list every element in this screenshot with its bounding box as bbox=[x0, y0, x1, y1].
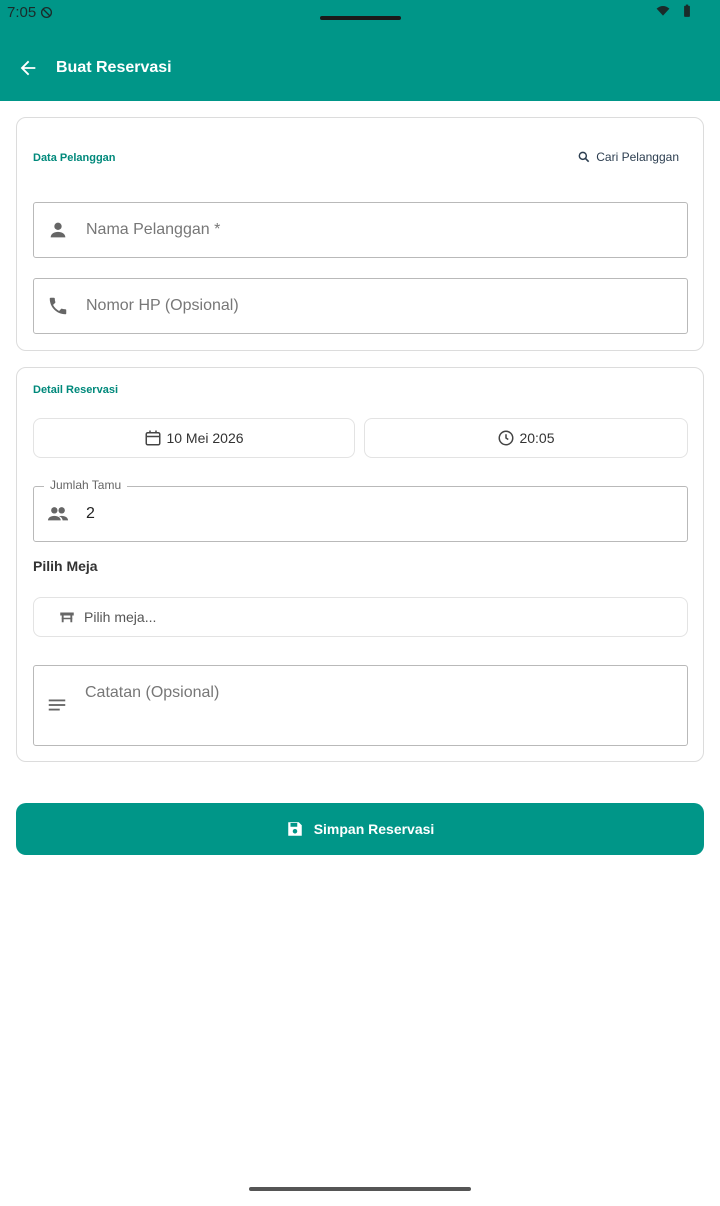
save-reservation-label: Simpan Reservasi bbox=[313, 821, 435, 837]
time-value: 20:05 bbox=[519, 430, 555, 446]
notes-input[interactable]: Catatan (Opsional) bbox=[33, 665, 688, 746]
table-icon bbox=[60, 612, 74, 623]
app-bar: 7:05 Buat Reservasi bbox=[0, 0, 720, 101]
customer-name-input[interactable]: Nama Pelanggan * bbox=[33, 202, 688, 258]
reservation-section-title: Detail Reservasi bbox=[33, 384, 118, 396]
phone-icon bbox=[46, 294, 70, 318]
customer-card: Data Pelanggan Cari Pelanggan Nama Pelan… bbox=[16, 117, 704, 351]
battery-icon bbox=[684, 4, 690, 17]
back-button[interactable] bbox=[16, 56, 40, 80]
table-heading: Pilih Meja bbox=[33, 558, 98, 574]
reservation-card: Detail Reservasi 10 Mei 2026 20:05 Jumla… bbox=[16, 367, 704, 762]
wifi-icon bbox=[656, 6, 670, 16]
phone-input[interactable]: Nomor HP (Opsional) bbox=[33, 278, 688, 334]
people-icon bbox=[46, 502, 70, 526]
time-picker-button[interactable]: 20:05 bbox=[364, 418, 688, 458]
save-reservation-button[interactable]: Simpan Reservasi bbox=[16, 803, 704, 855]
table-select[interactable]: Pilih meja... bbox=[33, 597, 688, 637]
clock-icon bbox=[498, 430, 514, 446]
calendar-icon bbox=[145, 430, 161, 446]
status-bar-left: 7:05 bbox=[7, 4, 53, 21]
phone-placeholder: Nomor HP (Opsional) bbox=[86, 297, 239, 314]
guest-count-value: 2 bbox=[86, 505, 95, 522]
guest-count-label: Jumlah Tamu bbox=[44, 478, 128, 492]
search-icon bbox=[578, 151, 590, 163]
search-customer-label: Cari Pelanggan bbox=[596, 150, 679, 164]
table-select-placeholder: Pilih meja... bbox=[84, 609, 157, 625]
camera-notch bbox=[320, 16, 401, 20]
page-title: Buat Reservasi bbox=[56, 59, 172, 76]
search-customer-button[interactable]: Cari Pelanggan bbox=[577, 150, 679, 164]
save-icon bbox=[287, 822, 302, 836]
person-icon bbox=[46, 218, 70, 242]
date-picker-button[interactable]: 10 Mei 2026 bbox=[33, 418, 355, 458]
customer-name-placeholder: Nama Pelanggan * bbox=[86, 221, 221, 238]
notes-placeholder: Catatan (Opsional) bbox=[85, 684, 220, 701]
status-time: 7:05 bbox=[7, 4, 37, 21]
home-indicator[interactable] bbox=[249, 1187, 471, 1191]
dnd-icon bbox=[41, 6, 53, 19]
guest-count-input[interactable]: Jumlah Tamu 2 bbox=[33, 478, 688, 542]
notes-icon bbox=[46, 694, 70, 718]
customer-section-title: Data Pelanggan bbox=[33, 152, 116, 164]
status-bar-right bbox=[656, 4, 694, 18]
arrow-back-icon bbox=[20, 60, 36, 76]
date-value: 10 Mei 2026 bbox=[166, 430, 244, 446]
